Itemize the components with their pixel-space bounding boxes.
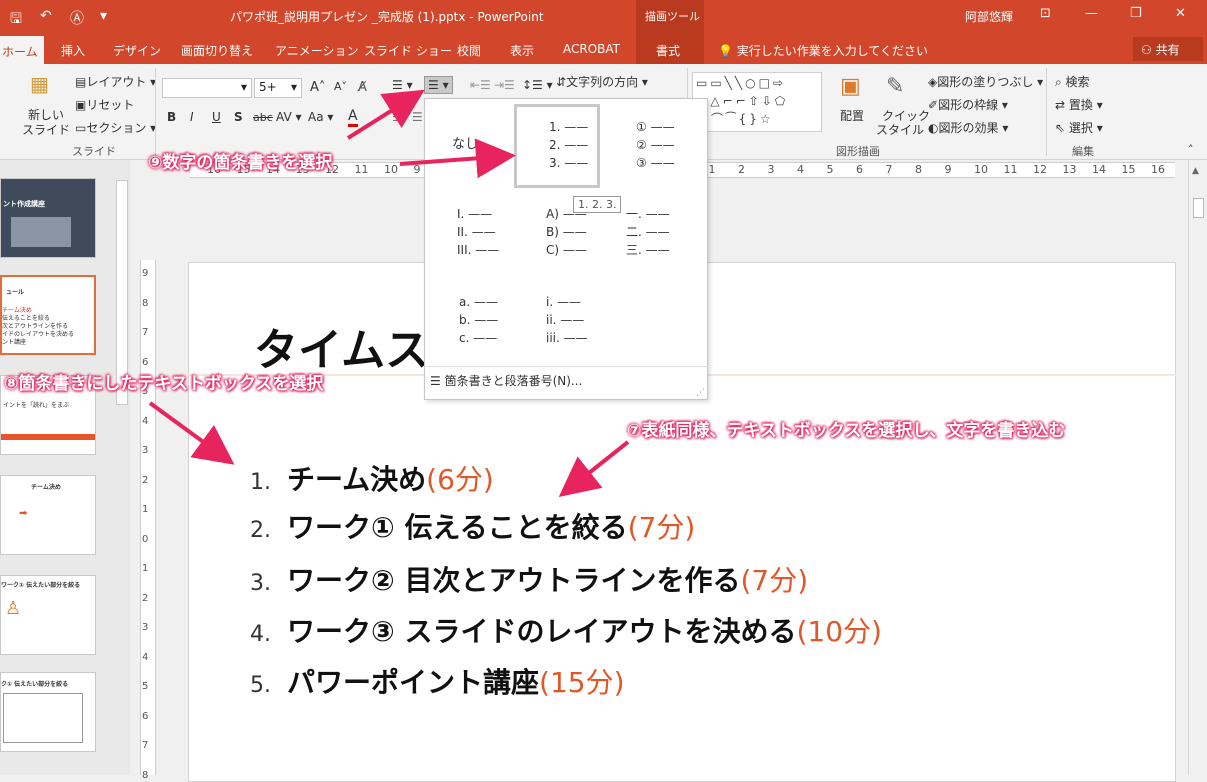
callout-step-7: ⑦表紙同様、テキストボックスを選択し、文字を書き込む	[627, 421, 1066, 441]
arrow-to-numbering-button	[346, 89, 425, 140]
arrow-to-agenda-text	[558, 440, 630, 497]
arrow-to-textbox	[148, 401, 235, 465]
callout-step-9: ⑨数字の箇条書きを選択	[148, 153, 333, 173]
arrow-to-arabic-option	[399, 138, 516, 179]
callout-step-8: ⑧箇条書きにしたテキストボックスを選択	[4, 374, 324, 394]
